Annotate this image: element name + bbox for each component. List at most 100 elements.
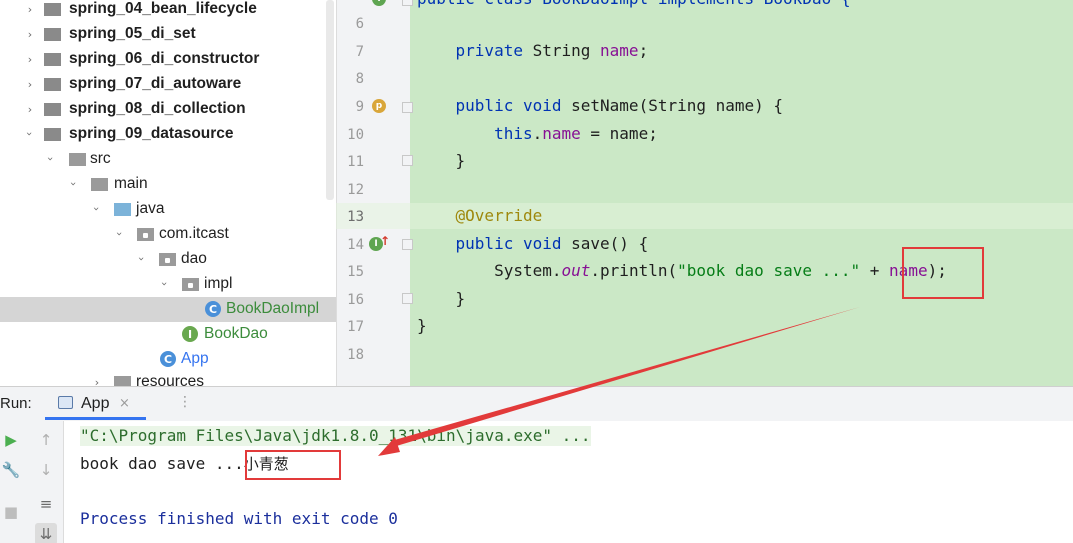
chevron-down-icon[interactable]: › [159, 278, 172, 290]
tree-item-bookdao[interactable]: I BookDao [0, 322, 336, 347]
tree-item-main[interactable]: › main [0, 172, 336, 197]
fold-marker-icon[interactable] [402, 0, 413, 6]
module-folder-icon [44, 3, 61, 16]
module-folder-icon [44, 103, 61, 116]
code-text: = name; [580, 124, 658, 143]
fold-marker-icon[interactable] [402, 239, 413, 250]
interface-icon: I [182, 326, 198, 342]
package-icon [182, 278, 199, 291]
code-text: System. [494, 261, 562, 280]
tree-item-label: java [136, 200, 165, 217]
code-keyword: this [494, 124, 533, 143]
line-number: 12 [347, 182, 364, 198]
project-tree: › spring_04_bean_lifecycle › spring_05_d… [0, 0, 336, 386]
chevron-down-icon[interactable]: › [114, 228, 127, 240]
chevron-down-icon[interactable]: › [91, 203, 104, 215]
tree-item-spring-04[interactable]: › spring_04_bean_lifecycle [0, 0, 336, 22]
code-line-9: public void setName(String name) { [417, 96, 784, 116]
tree-item-label: spring_04_bean_lifecycle [69, 0, 257, 17]
tree-item-label: main [114, 175, 148, 192]
run-label: Run: [0, 395, 32, 412]
code-text: String [522, 41, 601, 60]
code-text: save() { [561, 234, 649, 253]
wrench-icon[interactable]: 🔧 [0, 459, 22, 481]
soft-wrap-icon[interactable]: ≡ [35, 493, 57, 515]
gutter-property-icon[interactable]: p [372, 99, 386, 113]
line-number: 11 [347, 154, 364, 170]
main-class-icon: C [160, 351, 176, 367]
tree-item-bookdaoimpl[interactable]: C BookDaoImpl [0, 297, 336, 322]
tree-item-java[interactable]: › java [0, 197, 336, 222]
tree-item-label: src [90, 150, 111, 167]
code-text: .println( [590, 261, 678, 280]
code-field: name [600, 41, 639, 60]
chevron-right-icon[interactable]: › [24, 3, 36, 16]
tree-item-package[interactable]: › com.itcast [0, 222, 336, 247]
package-icon [137, 228, 154, 241]
line-number: 17 [347, 319, 364, 335]
tree-item-spring-05[interactable]: › spring_05_di_set [0, 22, 336, 47]
fold-marker-icon[interactable] [402, 155, 413, 166]
chevron-down-icon[interactable]: › [45, 153, 58, 165]
chevron-right-icon[interactable]: › [24, 53, 36, 66]
tree-item-spring-09[interactable]: › spring_09_datasource [0, 122, 336, 147]
line-number: 16 [347, 292, 364, 308]
code-line-11: } [417, 151, 466, 171]
run-toolbar: ▶ 🔧 ■ ↑ ↓ ≡ ⇊ [0, 421, 64, 543]
scroll-to-end-icon[interactable]: ⇊ [35, 523, 57, 543]
tree-item-resources[interactable]: › resources [0, 372, 336, 386]
more-options-icon[interactable]: ⋮ [178, 394, 192, 410]
tree-item-spring-07[interactable]: › spring_07_di_autoware [0, 72, 336, 97]
code-line-14: public void save() { [417, 234, 649, 254]
folder-icon [69, 153, 86, 166]
module-folder-icon [44, 128, 61, 141]
code-annotation: @Override [455, 206, 543, 225]
active-tab-indicator [45, 417, 146, 420]
module-folder-icon [44, 53, 61, 66]
chevron-down-icon[interactable]: › [24, 128, 37, 140]
code-text: ; [638, 41, 649, 60]
tree-item-spring-06[interactable]: › spring_06_di_constructor [0, 47, 336, 72]
chevron-down-icon[interactable]: › [68, 178, 81, 190]
console-command-line: "C:\Program Files\Java\jdk1.8.0_131\bin\… [80, 426, 591, 446]
tree-item-label: BookDaoImpl [226, 300, 320, 317]
tree-item-impl[interactable]: › impl [0, 272, 336, 297]
tree-item-label: com.itcast [159, 225, 229, 242]
line-number: 7 [355, 44, 364, 60]
chevron-right-icon[interactable]: › [24, 103, 36, 116]
chevron-right-icon[interactable]: › [24, 28, 36, 41]
up-arrow-icon[interactable]: ↑ [35, 429, 57, 451]
run-tab-title[interactable]: App [81, 395, 109, 413]
rerun-icon[interactable]: ▶ [0, 429, 22, 451]
folder-icon [91, 178, 108, 191]
module-folder-icon [44, 78, 61, 91]
chevron-down-icon[interactable]: › [136, 253, 149, 265]
code-line-16: } [417, 289, 466, 309]
line-number: 6 [355, 16, 364, 32]
tree-scrollbar[interactable] [326, 0, 334, 200]
stop-icon[interactable]: ■ [0, 501, 22, 523]
source-folder-icon [114, 203, 131, 216]
tree-item-app[interactable]: C App [0, 347, 336, 372]
line-number: 18 [347, 347, 364, 363]
code-field: name [542, 124, 581, 143]
code-text: } [455, 151, 466, 170]
code-line-10: this.name = name; [417, 124, 658, 144]
down-arrow-icon[interactable]: ↓ [35, 459, 57, 481]
chevron-right-icon[interactable]: › [91, 376, 103, 387]
run-config-icon [58, 396, 73, 409]
tree-item-spring-08[interactable]: › spring_08_di_collection [0, 97, 336, 122]
override-arrow-icon[interactable]: ↑ [380, 234, 390, 248]
module-folder-icon [44, 28, 61, 41]
annotation-highlight-box [245, 450, 341, 480]
close-icon[interactable]: × [119, 396, 130, 411]
code-text: + [860, 261, 890, 280]
tree-item-src[interactable]: › src [0, 147, 336, 172]
console-exit-line: Process finished with exit code 0 [80, 509, 398, 528]
chevron-right-icon[interactable]: › [24, 78, 36, 91]
line-number: 9 [355, 99, 364, 115]
fold-marker-icon[interactable] [402, 293, 413, 304]
fold-marker-icon[interactable] [402, 102, 413, 113]
tree-item-dao[interactable]: › dao [0, 247, 336, 272]
line-number: 13 [347, 209, 364, 225]
